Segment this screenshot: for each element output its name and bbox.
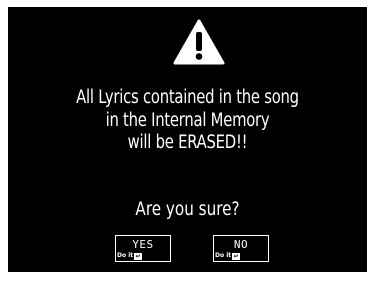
confirmation-dialog: All Lyrics contained in the song in the … bbox=[8, 7, 367, 272]
hint-label: Do it bbox=[215, 252, 232, 259]
enter-icon: ↵ bbox=[232, 252, 241, 260]
message-line: will be ERASED!! bbox=[127, 132, 248, 153]
message-line: All Lyrics contained in the song bbox=[76, 87, 299, 108]
yes-button[interactable]: YES Do it ↵ bbox=[115, 235, 171, 262]
do-it-hint: Do it ↵ bbox=[117, 252, 143, 260]
message-line: in the Internal Memory bbox=[105, 109, 270, 131]
hint-label: Do it bbox=[117, 252, 134, 259]
enter-icon: ↵ bbox=[134, 252, 143, 260]
yes-button-label: YES bbox=[132, 238, 154, 251]
warning-message: All Lyrics contained in the song in the … bbox=[44, 87, 331, 155]
warning-icon bbox=[173, 19, 225, 65]
confirmation-question: Are you sure? bbox=[135, 198, 240, 220]
do-it-hint: Do it ↵ bbox=[215, 252, 241, 260]
no-button-label: NO bbox=[233, 238, 249, 251]
no-button[interactable]: NO Do it ↵ bbox=[213, 235, 269, 262]
